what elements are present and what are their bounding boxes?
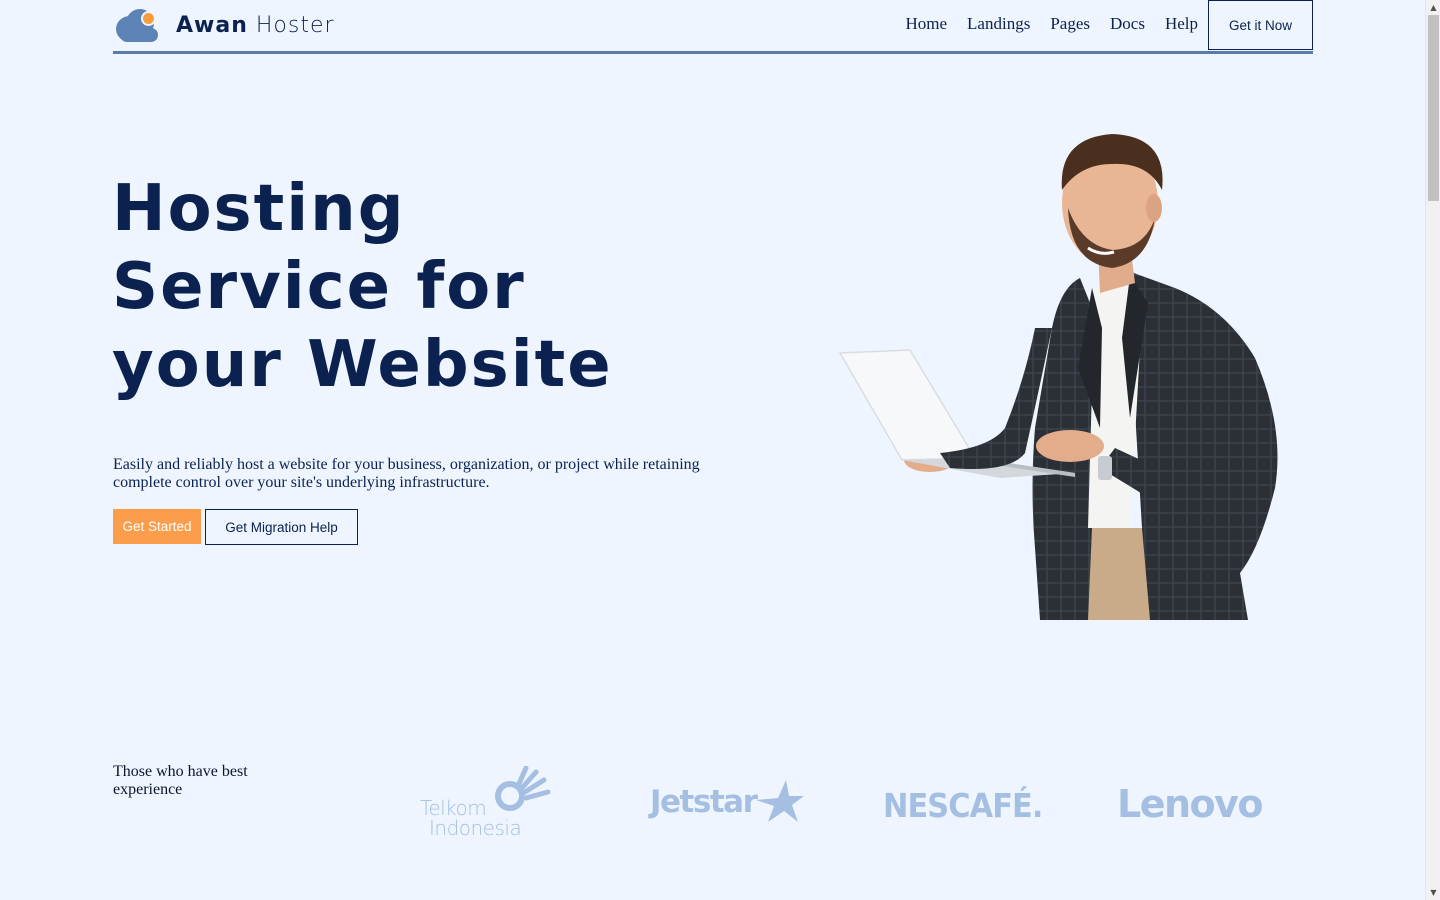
nav-link-help[interactable]: Help [1165,14,1198,34]
hero-description: Easily and reliably host a website for y… [113,456,700,491]
brand-name-bold: Awan [176,12,248,38]
brand-name-light: Hoster [255,12,335,38]
brand-logo[interactable]: Awan Hoster [116,5,335,45]
telkom-logo-text-line-2: Indonesia [429,816,522,840]
hero-businessman-image [838,134,1278,620]
get-started-button[interactable]: Get Started [113,509,201,544]
lenovo-logo-text: Lenovo [1117,782,1264,826]
hero-title: Hosting Service for your Website [112,170,752,404]
get-it-now-button[interactable]: Get it Now [1208,0,1313,50]
cloud-sun-icon [116,6,160,44]
scrollbar-thumb[interactable] [1428,15,1439,201]
nescafe-logo: NESCAFÉ. [883,780,1043,828]
nav-link-docs[interactable]: Docs [1110,14,1145,34]
hero-title-line-1: Hosting [112,172,406,246]
navbar: Awan Hoster Home Landings Pages Docs Hel… [113,0,1313,54]
brand-name: Awan Hoster [176,13,335,38]
jetstar-logo-text: Jetstar [650,784,758,820]
clients-heading: Those who have best experience [113,763,248,798]
nav-link-landings[interactable]: Landings [967,14,1030,34]
hero-title-line-2: Service for [112,250,526,324]
scroll-down-arrow-icon[interactable]: ▼ [1426,885,1440,900]
page-scrollbar[interactable]: ▲ ▼ [1425,0,1440,900]
nav-link-home[interactable]: Home [906,14,948,34]
star-icon [756,780,804,822]
hero-title-line-3: your Website [112,328,613,402]
get-migration-help-button[interactable]: Get Migration Help [205,509,358,545]
scroll-up-arrow-icon[interactable]: ▲ [1426,0,1440,15]
nescafe-logo-text: NESCAFÉ. [883,786,1043,825]
lenovo-logo: Lenovo [1117,782,1277,826]
telkom-hand-icon [495,766,551,811]
main-nav: Home Landings Pages Docs Help [906,14,1199,34]
nav-link-pages[interactable]: Pages [1050,14,1090,34]
telkom-indonesia-logo: Telkom Indonesia [418,766,553,840]
jetstar-logo: Jetstar [650,780,810,826]
